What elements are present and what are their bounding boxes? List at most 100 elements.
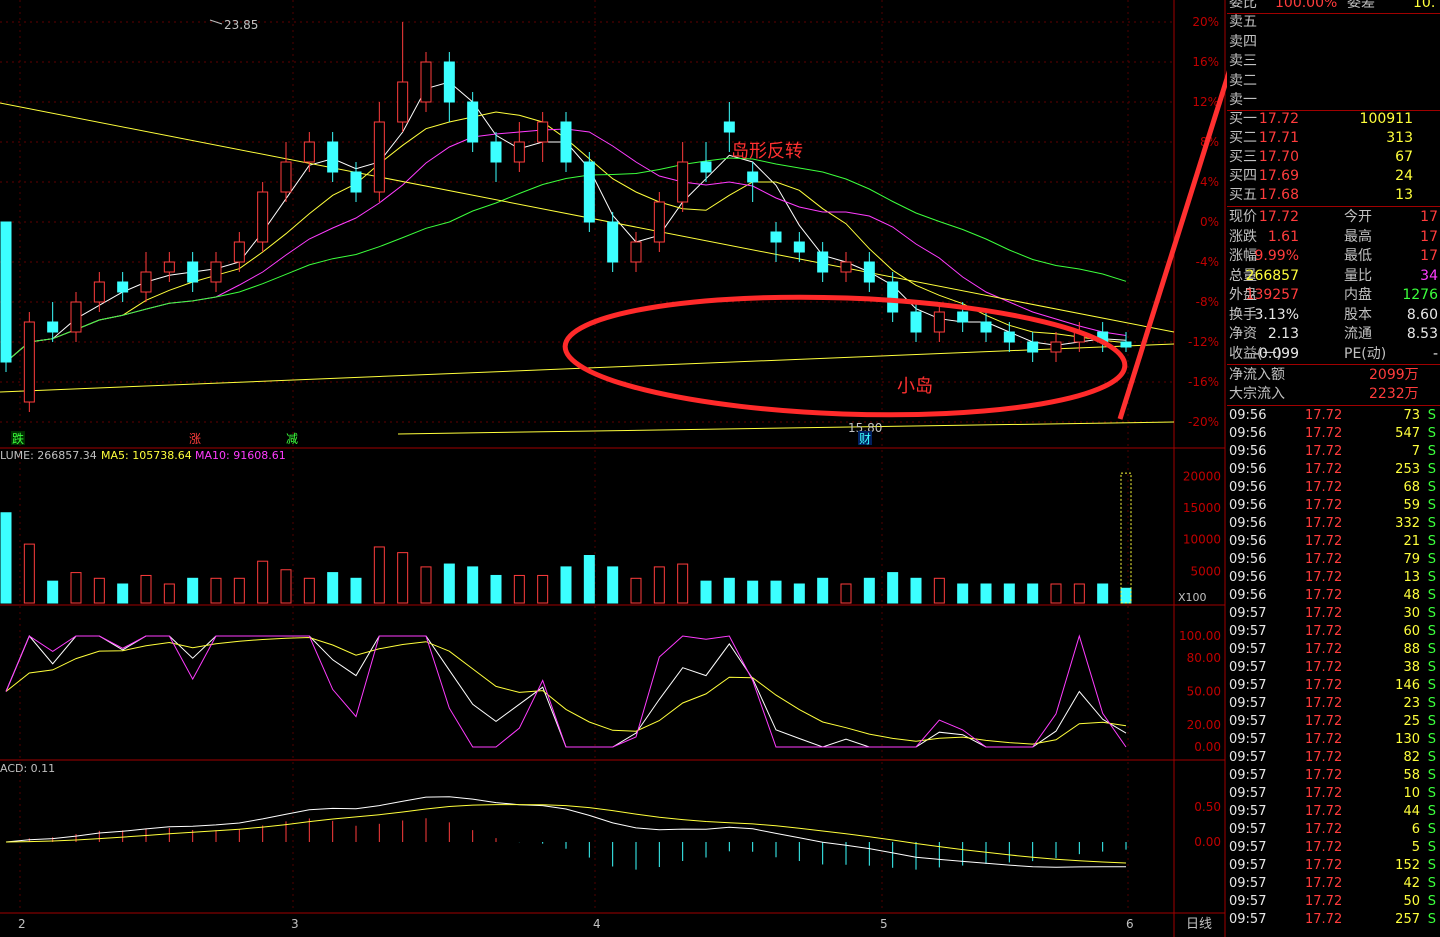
- tick-cell: S: [1427, 840, 1436, 855]
- candle-body: [0, 221, 12, 363]
- volume-bar: [23, 543, 35, 604]
- block-inflow-value: 2232万: [1369, 386, 1419, 402]
- tick-cell: 17.72: [1305, 534, 1343, 549]
- net-inflow-row: 净流入额 2099万: [1227, 366, 1440, 385]
- island-circle: [562, 294, 1128, 418]
- candle-body: [257, 191, 269, 243]
- stat-row-cell: 今开: [1344, 209, 1372, 225]
- tick-cell: 09:56: [1229, 516, 1267, 531]
- stat-row: 外盘 139257 内盘 1276: [1227, 286, 1440, 305]
- volume-bar: [910, 577, 922, 604]
- macd-legend: ACD: 0.11: [0, 762, 55, 775]
- event-marker-die[interactable]: 跌: [12, 431, 24, 446]
- stat-row-cell: 涨跌: [1229, 228, 1257, 245]
- stat-row-cell: 流通: [1344, 326, 1372, 342]
- volume-bar: [233, 577, 245, 604]
- price-tick-label: 0%: [1200, 215, 1219, 229]
- candle-body: [560, 121, 572, 163]
- volume-bar: [630, 577, 642, 604]
- tick-row: 09:57 17.72 30 S: [1227, 605, 1440, 623]
- tick-cell: S: [1427, 894, 1436, 909]
- trendline-bottom: [397, 421, 1175, 435]
- volume-tick-label: 15000: [1183, 501, 1221, 515]
- commission-ratio-label: 委比: [1229, 0, 1257, 11]
- volume-bar: [747, 580, 759, 604]
- tick-cell: 17.72: [1305, 876, 1343, 891]
- tick-row: 09:57 17.72 42 S: [1227, 875, 1440, 893]
- candle-body: [817, 251, 829, 273]
- stat-row-cell: -: [1432, 345, 1438, 362]
- kdj-line: [5, 635, 1127, 748]
- buy-row-cell: 17.72: [1258, 111, 1299, 127]
- tick-cell: S: [1427, 444, 1436, 459]
- sell-row: 卖五: [1227, 13, 1440, 32]
- tick-cell: 6: [1411, 822, 1420, 837]
- tick-row: 09:57 17.72 82 S: [1227, 749, 1440, 767]
- tick-cell: 23: [1403, 696, 1420, 711]
- tick-cell: 09:57: [1229, 642, 1267, 657]
- price-tick-label: -16%: [1188, 375, 1219, 389]
- stat-row-cell: 1276: [1402, 287, 1438, 303]
- candle-body: [233, 241, 245, 263]
- volume-bar: [1050, 583, 1062, 604]
- net-inflow-value: 2099万: [1369, 367, 1419, 383]
- kdj-tick-label: 80.00: [1187, 651, 1221, 665]
- candle-body: [23, 321, 35, 403]
- tick-cell: 58: [1403, 768, 1420, 783]
- block-inflow-row: 大宗流入 2232万: [1227, 385, 1440, 404]
- time-tick-label: 3: [291, 917, 299, 931]
- candle-body: [700, 161, 712, 173]
- tick-cell: 59: [1403, 498, 1420, 513]
- candle-body: [933, 311, 945, 333]
- macd-line: [5, 796, 1127, 868]
- tick-row: 09:57 17.72 130 S: [1227, 731, 1440, 749]
- tick-cell: 17.72: [1305, 642, 1343, 657]
- tick-row: 09:57 17.72 152 S: [1227, 857, 1440, 875]
- tick-cell: 60: [1403, 624, 1420, 639]
- candle-body: [490, 141, 502, 163]
- volume-bar: [210, 577, 222, 604]
- quote-panel: 委比 100.00% 委差 10. 卖五 卖四 卖三 卖二 卖一 买一 17.72 1009…: [1227, 0, 1440, 937]
- buy-row: 买二 17.71 313: [1227, 129, 1440, 148]
- moving-averages: [0, 81, 1175, 435]
- stat-row-cell: 最高: [1344, 228, 1372, 245]
- candle-body: [93, 281, 105, 303]
- price-tick-label: 4%: [1200, 175, 1219, 189]
- tick-cell: 17.72: [1305, 426, 1343, 441]
- high-price-label: 23.85: [224, 18, 258, 32]
- volume-bar: [420, 566, 432, 604]
- buy-row-cell: 17.70: [1258, 149, 1299, 165]
- period-label[interactable]: 日线: [1186, 917, 1212, 932]
- kdj-tick-label: 50.00: [1187, 685, 1221, 699]
- volume-bar-latest: [1120, 472, 1132, 604]
- tick-cell: 09:56: [1229, 480, 1267, 495]
- tick-cell: 09:57: [1229, 678, 1267, 693]
- tick-row: 09:57 17.72 23 S: [1227, 695, 1440, 713]
- tick-cell: S: [1427, 786, 1436, 801]
- tick-cell: S: [1427, 750, 1436, 765]
- tick-row: 09:57 17.72 50 S: [1227, 893, 1440, 911]
- event-marker-zhang[interactable]: 涨: [189, 431, 201, 446]
- tick-cell: 09:57: [1229, 714, 1267, 729]
- kdj-tick-label: 20.00: [1187, 718, 1221, 732]
- tick-cell: S: [1427, 822, 1436, 837]
- kdj-tick-label: 100.00: [1179, 629, 1221, 643]
- event-marker-cai[interactable]: 财: [859, 432, 871, 446]
- event-marker-jian[interactable]: 减: [286, 432, 298, 446]
- candle-body: [187, 261, 199, 283]
- volume-tick-label: 10000: [1183, 533, 1221, 547]
- stat-row-cell: 股本: [1344, 306, 1372, 323]
- stat-row-cell: 17.72: [1258, 209, 1299, 225]
- stat-row-cell: 17: [1420, 248, 1438, 264]
- candle-body: [723, 121, 735, 133]
- buy-row: 买五 17.68 13: [1227, 186, 1440, 205]
- tick-row: 09:56 17.72 73 S: [1227, 407, 1440, 425]
- candle-body: [327, 141, 339, 173]
- tick-cell: 88: [1403, 642, 1420, 657]
- stock-chart[interactable]: 20%16%12%8%4%0%-4%-8%-12%-16%-20% 200001…: [0, 0, 1440, 937]
- macd-tick-label: 0.50: [1194, 800, 1221, 814]
- commission-ratio-value: 100.00%: [1275, 0, 1338, 11]
- tick-cell: 17.72: [1305, 588, 1343, 603]
- tick-cell: 09:57: [1229, 894, 1267, 909]
- stat-row: 总量 266857 量比 34: [1227, 267, 1440, 286]
